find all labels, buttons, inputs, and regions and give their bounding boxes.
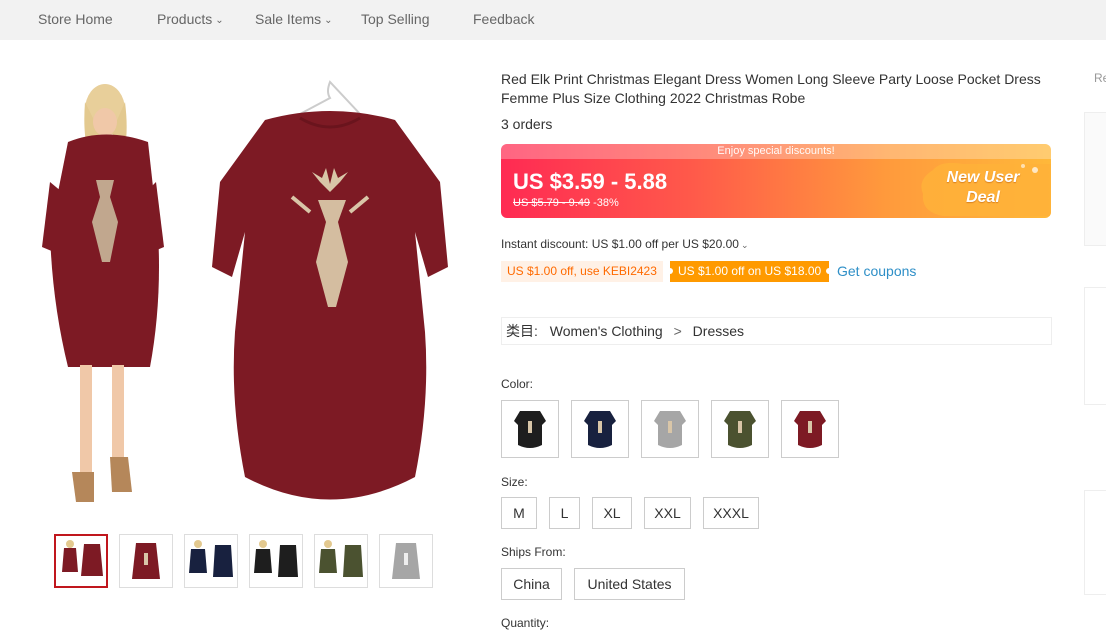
color-option-image — [794, 411, 826, 448]
original-price-value: US $5.79 - 9.49 — [513, 197, 591, 209]
nav-label: Products — [157, 11, 213, 27]
thumbnail[interactable] — [54, 534, 108, 588]
color-option-image — [514, 411, 546, 448]
thumbnail-image — [254, 540, 298, 577]
thumbnail-image — [132, 543, 160, 579]
ships-from-label: Ships From: — [501, 545, 566, 559]
deal-label-line: New User — [946, 169, 1020, 186]
nav-label: Top Selling — [361, 11, 430, 27]
size-option-xxl[interactable]: XXL — [644, 497, 691, 529]
discount-percent: -38% — [593, 197, 619, 209]
store-nav-bar: Store Home Products ⌄ Sale Items ⌄ Top Sel… — [0, 0, 1106, 40]
thumbnail[interactable] — [379, 534, 433, 588]
main-product-image[interactable] — [30, 72, 460, 517]
new-user-deal-label: New User Deal — [933, 168, 1033, 208]
recommended-item-card[interactable] — [1084, 287, 1106, 405]
instant-discount-text: Instant discount: US $1.00 off per US $2… — [501, 237, 739, 251]
thumbnail-image — [189, 540, 233, 577]
dress-illustration — [42, 80, 448, 502]
nav-feedback[interactable]: Feedback — [473, 11, 534, 27]
color-option-image — [584, 411, 616, 448]
size-label: Size: — [501, 475, 528, 489]
thumbnail[interactable] — [314, 534, 368, 588]
recommended-item-card[interactable] — [1084, 112, 1106, 246]
get-coupons-link[interactable]: Get coupons — [837, 263, 916, 279]
thumbnail[interactable] — [119, 534, 173, 588]
nav-label: Sale Items — [255, 11, 322, 27]
size-option-xl[interactable]: XL — [592, 497, 632, 529]
nav-products[interactable]: Products ⌄ — [157, 11, 224, 27]
color-option-image — [654, 411, 686, 448]
thumbnail-image — [62, 540, 103, 576]
model-figure — [42, 84, 164, 502]
price-banner: Enjoy special discounts! US $3.59 - 5.88… — [501, 144, 1051, 218]
instant-discount[interactable]: Instant discount: US $1.00 off per US $2… — [501, 237, 748, 251]
thumbnail[interactable] — [184, 534, 238, 588]
nav-top-selling[interactable]: Top Selling — [361, 11, 430, 27]
chevron-down-icon: ⌄ — [215, 15, 224, 26]
category-breadcrumb: 类目: Women's Clothing > Dresses — [501, 317, 1052, 345]
nav-store-home[interactable]: Store Home — [38, 11, 113, 27]
nav-sale-items[interactable]: Sale Items ⌄ — [255, 11, 333, 27]
breadcrumb-separator: > — [673, 323, 682, 339]
recommended-item-card[interactable] — [1084, 490, 1106, 595]
color-option[interactable] — [501, 400, 559, 458]
quantity-label: Quantity: — [501, 616, 550, 630]
color-option[interactable] — [641, 400, 699, 458]
hanger-dress — [212, 80, 448, 500]
color-label: Color: — [501, 377, 534, 391]
thumbnail[interactable] — [249, 534, 303, 588]
category-label: 类目: — [506, 323, 538, 339]
thumbnail-image — [392, 543, 420, 579]
chevron-down-icon: ⌄ — [740, 240, 749, 250]
color-option[interactable] — [781, 400, 839, 458]
chevron-down-icon: ⌄ — [324, 15, 333, 26]
size-option-l[interactable]: L — [549, 497, 580, 529]
color-option[interactable] — [711, 400, 769, 458]
coupon-code-tag[interactable]: US $1.00 off, use KEBI2423 — [501, 261, 663, 282]
recommended-heading: Re — [1094, 71, 1106, 85]
current-price: US $3.59 - 5.88 — [513, 169, 668, 194]
order-count: 3 orders — [501, 116, 553, 132]
ships-from-china[interactable]: China — [501, 568, 562, 600]
size-option-m[interactable]: M — [501, 497, 537, 529]
store-coupon-tag[interactable]: US $1.00 off on US $18.00 — [666, 261, 833, 282]
nav-label: Feedback — [473, 11, 535, 27]
discount-banner-text: Enjoy special discounts! — [501, 144, 1051, 159]
size-option-xxxl[interactable]: XXXL — [703, 497, 759, 529]
color-option-image — [724, 411, 756, 448]
category-link-womens-clothing[interactable]: Women's Clothing — [550, 323, 663, 339]
category-link-dresses[interactable]: Dresses — [693, 323, 744, 339]
nav-label: Store Home — [38, 11, 113, 27]
thumbnail-image — [319, 540, 363, 577]
product-title: Red Elk Print Christmas Elegant Dress Wo… — [501, 71, 1041, 106]
deal-label-line: Deal — [966, 189, 1000, 206]
color-option[interactable] — [571, 400, 629, 458]
ships-from-united-states[interactable]: United States — [574, 568, 685, 600]
original-price: US $5.79 - 9.49 -38% — [513, 197, 619, 209]
